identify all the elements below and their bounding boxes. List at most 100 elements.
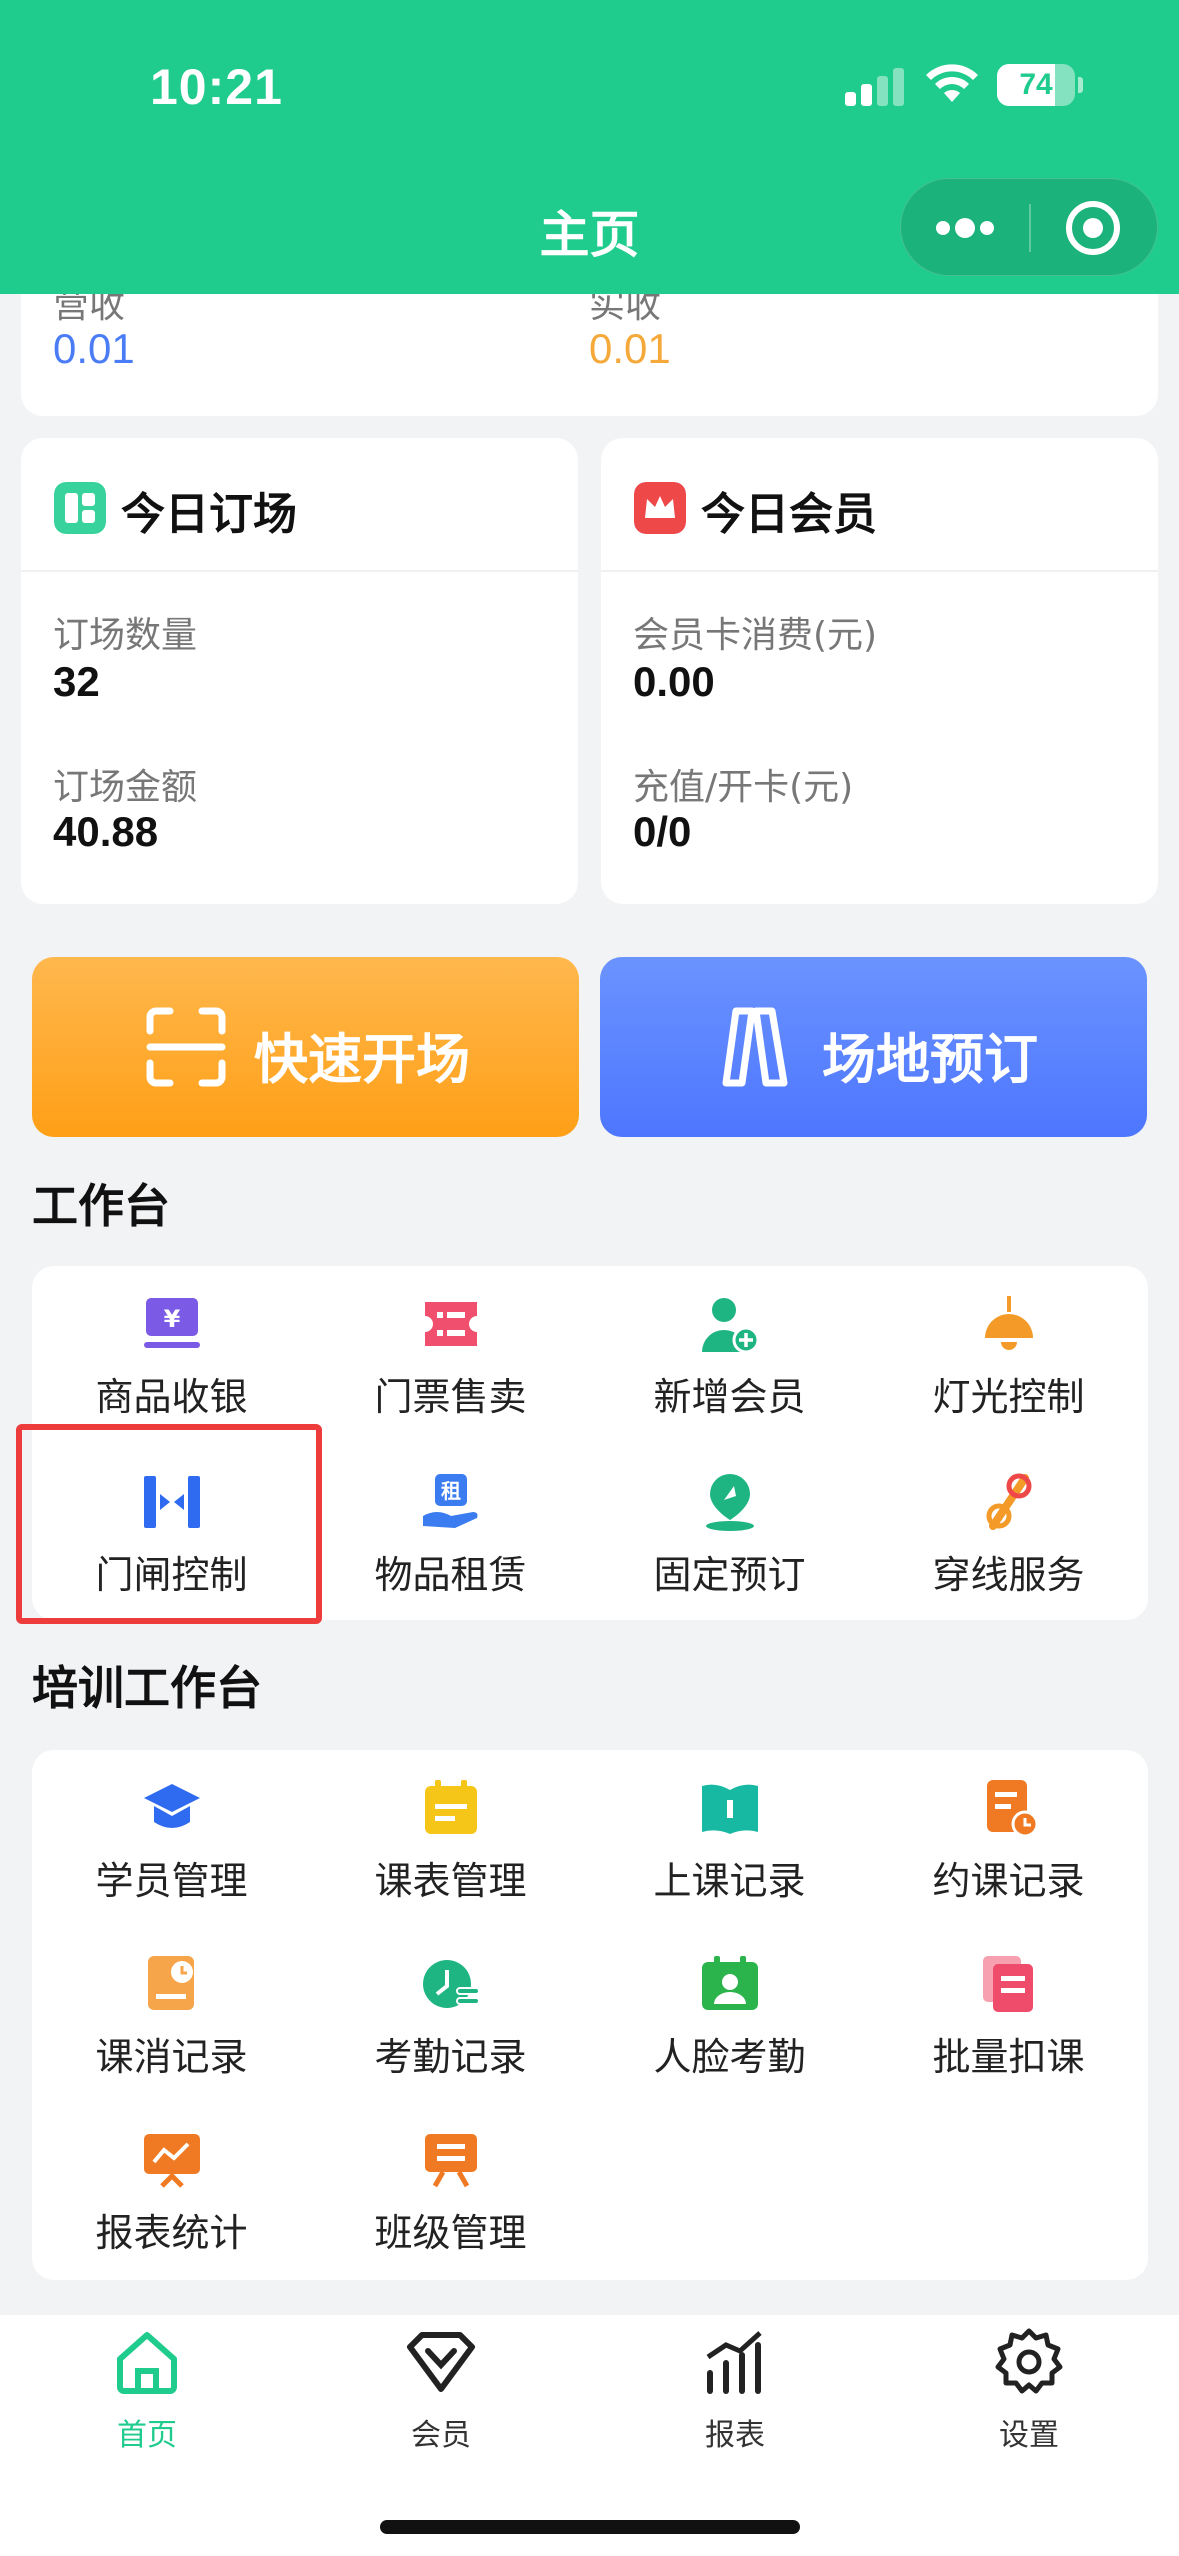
svg-text:¥: ¥	[164, 1305, 181, 1333]
tile-label: 班级管理	[374, 2211, 527, 2255]
app-header: 10:21 74 主页	[0, 0, 1179, 294]
book-icon	[702, 1784, 758, 1834]
tile-label: 灯光控制	[932, 1375, 1085, 1419]
tile-fixed-booking[interactable]: 固定预订	[590, 1444, 869, 1620]
crown-icon	[634, 482, 686, 534]
gate-control-highlight	[16, 1424, 322, 1624]
venue-booking-button[interactable]: 场地预订	[600, 957, 1147, 1137]
today-booking-title: 今日订场	[121, 489, 297, 540]
booking-count-label: 订场数量	[53, 615, 198, 656]
tile-label: 新增会员	[653, 1375, 806, 1419]
face-id-icon	[702, 1956, 758, 2010]
cellular-signal-icon	[845, 66, 905, 106]
tile-ticket[interactable]: 门票售卖	[311, 1266, 590, 1442]
batch-deduct-icon	[983, 1956, 1033, 2012]
tile-class-management[interactable]: 班级管理	[311, 2102, 590, 2278]
home-indicator	[380, 2520, 800, 2534]
consume-record-icon	[148, 1956, 194, 2010]
today-booking-header: 今日订场	[21, 438, 578, 572]
tile-label: 人脸考勤	[653, 2035, 806, 2079]
training-workbench-title: 培训工作台	[32, 1661, 262, 1715]
add-member-icon	[702, 1298, 760, 1354]
report-chart-icon	[144, 2134, 200, 2188]
recharge-label: 充值/开卡(元)	[633, 767, 854, 808]
tile-label: 报表统计	[95, 2211, 248, 2255]
graduation-cap-icon	[144, 1784, 200, 1828]
today-member-card[interactable]: 今日会员 会员卡消费(元) 0.00 充值/开卡(元) 0/0	[601, 438, 1158, 904]
tile-label: 物品租赁	[374, 1553, 527, 1597]
mini-program-capsule	[900, 178, 1158, 276]
member-icon	[407, 2332, 475, 2392]
today-booking-card[interactable]: 今日订场 订场数量 32 订场金额 40.88	[21, 438, 578, 904]
battery-indicator: 74	[997, 64, 1075, 106]
tile-face-attendance[interactable]: 人脸考勤	[590, 1926, 869, 2102]
tile-label: 上课记录	[653, 1859, 806, 1903]
tile-add-member[interactable]: 新增会员	[590, 1266, 869, 1442]
class-icon	[425, 2134, 477, 2188]
appointment-icon	[987, 1780, 1039, 1838]
report-icon	[706, 2331, 762, 2394]
tile-report-statistics[interactable]: 报表统计	[32, 2102, 311, 2278]
tile-label: 商品收银	[95, 1375, 248, 1419]
workbench-title: 工作台	[32, 1179, 170, 1233]
tile-cashier[interactable]: ¥ 商品收银	[32, 1266, 311, 1442]
tile-consume-record[interactable]: 课消记录	[32, 1926, 311, 2102]
tab-home-label: 首页	[117, 2418, 177, 2453]
booking-amount-label: 订场金额	[53, 767, 198, 808]
tab-report[interactable]: 报表	[588, 2315, 882, 2475]
revenue-value: 0.01	[53, 325, 135, 372]
tab-member[interactable]: 会员	[294, 2315, 588, 2475]
tile-appointment-record[interactable]: 约课记录	[869, 1750, 1148, 1926]
tile-batch-deduct[interactable]: 批量扣课	[869, 1926, 1148, 2102]
battery-percent: 74	[1019, 68, 1053, 101]
tile-label: 约课记录	[932, 1859, 1085, 1903]
tile-stringing[interactable]: 穿线服务	[869, 1444, 1148, 1620]
booking-grid-icon	[54, 482, 106, 534]
target-circle-icon	[1066, 201, 1120, 255]
tile-label: 固定预订	[653, 1553, 806, 1597]
settings-icon	[995, 2328, 1063, 2394]
tile-lamp[interactable]: 灯光控制	[869, 1266, 1148, 1442]
tile-student-management[interactable]: 学员管理	[32, 1750, 311, 1926]
training-grid: 学员管理 课表管理 上课记录 约课记录 课消记录 考勤记录 人脸考勤 批量扣课 …	[32, 1750, 1148, 2280]
tile-label: 课表管理	[374, 1859, 527, 1903]
quick-open-button[interactable]: 快速开场	[32, 957, 579, 1137]
today-member-title: 今日会员	[701, 489, 877, 540]
tab-home[interactable]: 首页	[0, 2315, 294, 2475]
court-icon	[722, 1007, 788, 1087]
battery-nub	[1078, 77, 1083, 93]
tile-schedule[interactable]: 课表管理	[311, 1750, 590, 1926]
stringing-icon	[986, 1473, 1032, 1530]
more-dots-icon	[936, 218, 994, 238]
venue-booking-label: 场地预订	[822, 1028, 1038, 1091]
ticket-icon	[425, 1302, 477, 1346]
tile-label: 考勤记录	[374, 2035, 527, 2079]
booking-amount-value: 40.88	[53, 808, 159, 855]
tile-rental[interactable]: 租 物品租赁	[311, 1444, 590, 1620]
calendar-icon	[425, 1780, 477, 1834]
wifi-icon	[926, 64, 978, 102]
pin-location-icon	[706, 1474, 754, 1531]
member-consume-label: 会员卡消费(元)	[633, 615, 878, 656]
tab-settings-label: 设置	[999, 2418, 1059, 2453]
tile-label: 穿线服务	[932, 1553, 1085, 1597]
tile-label: 批量扣课	[932, 2035, 1085, 2079]
rental-icon: 租	[423, 1474, 478, 1528]
cashier-icon: ¥	[144, 1298, 200, 1348]
tile-attendance-record[interactable]: 考勤记录	[311, 1926, 590, 2102]
tile-class-record[interactable]: 上课记录	[590, 1750, 869, 1926]
more-button[interactable]	[901, 179, 1029, 277]
tab-settings[interactable]: 设置	[882, 2315, 1176, 2475]
tile-label: 课消记录	[95, 2035, 248, 2079]
tile-label: 门票售卖	[374, 1375, 527, 1419]
quick-open-label: 快速开场	[254, 1028, 470, 1091]
svg-text:租: 租	[441, 1479, 461, 1503]
tab-report-label: 报表	[705, 2418, 765, 2453]
status-time: 10:21	[150, 59, 283, 115]
today-member-header: 今日会员	[601, 438, 1158, 572]
close-mini-program-button[interactable]	[1031, 179, 1159, 277]
recharge-value: 0/0	[633, 808, 692, 855]
tab-member-label: 会员	[411, 2418, 471, 2453]
received-value: 0.01	[589, 325, 671, 372]
tile-label: 学员管理	[95, 1859, 248, 1903]
